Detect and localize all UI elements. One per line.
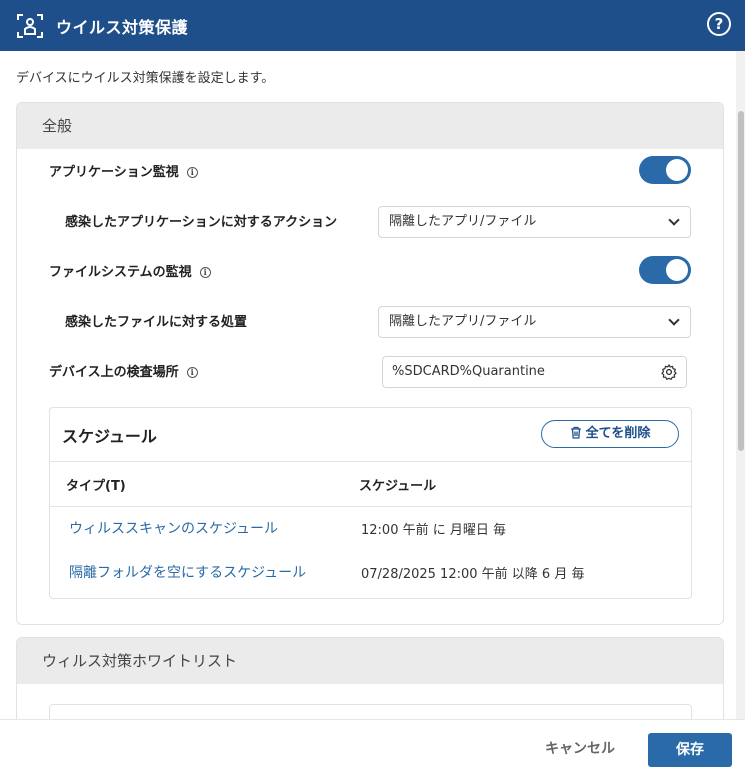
- general-section: 全般 アプリケーション監視 i 感染したアプリケーションに対するアクション 隔離し…: [16, 102, 724, 625]
- schedule-row-empty-quarantine-link[interactable]: 隔離フォルダを空にするスケジュール: [69, 562, 306, 582]
- general-section-header: 全般: [17, 103, 723, 149]
- toggle-knob: [666, 159, 688, 181]
- toggle-knob: [666, 259, 688, 281]
- scrollbar-thumb[interactable]: [738, 111, 744, 451]
- schedule-row-virus-scan-link[interactable]: ウィルススキャンのスケジュール: [69, 518, 278, 538]
- infected-app-action-select[interactable]: 隔離したアプリ/ファイル: [378, 206, 691, 238]
- select-value: 隔離したアプリ/ファイル: [389, 314, 537, 329]
- fs-monitoring-label: ファイルシステムの監視 i: [49, 261, 211, 280]
- info-icon[interactable]: i: [199, 267, 211, 278]
- cancel-button[interactable]: キャンセル: [528, 733, 632, 765]
- schedule-row-empty-quarantine-value: 07/28/2025 12:00 午前 以降 6 月 毎: [361, 567, 585, 582]
- scan-shield-icon: [17, 14, 43, 38]
- chevron-down-icon: [668, 314, 680, 326]
- app-monitoring-toggle[interactable]: [639, 156, 691, 184]
- info-icon[interactable]: i: [186, 367, 198, 378]
- dialog-titlebar: ウイルス対策保護 ?: [0, 0, 745, 51]
- dialog-title: ウイルス対策保護: [56, 18, 189, 37]
- scan-location-value: %SDCARD%Quarantine: [392, 364, 545, 379]
- whitelist-panel: [49, 704, 692, 719]
- gear-icon[interactable]: [660, 363, 678, 381]
- schedule-panel: スケジュール 全てを削除 タイプ(T) スケジュール ウィルススキャンのスケジュ…: [49, 407, 692, 599]
- chevron-down-icon: [668, 214, 680, 226]
- save-button[interactable]: 保存: [648, 733, 732, 767]
- column-header-type: タイプ(T): [66, 479, 126, 494]
- fs-monitoring-toggle[interactable]: [639, 256, 691, 284]
- trash-icon: [570, 426, 581, 439]
- select-value: 隔離したアプリ/ファイル: [389, 214, 537, 229]
- app-monitoring-label: アプリケーション監視 i: [49, 161, 198, 180]
- infected-file-action-select[interactable]: 隔離したアプリ/ファイル: [378, 306, 691, 338]
- divider: [50, 461, 691, 462]
- infected-app-action-label: 感染したアプリケーションに対するアクション: [65, 215, 338, 230]
- whitelist-section: ウィルス対策ホワイトリスト: [16, 637, 724, 719]
- whitelist-section-header: ウィルス対策ホワイトリスト: [17, 638, 723, 684]
- fs-monitoring-label-text: ファイルシステムの監視: [49, 265, 192, 280]
- divider: [50, 506, 691, 507]
- delete-all-label: 全てを削除: [585, 426, 651, 441]
- delete-all-button[interactable]: 全てを削除: [541, 420, 679, 448]
- scan-location-input[interactable]: %SDCARD%Quarantine: [382, 356, 687, 388]
- column-header-schedule: スケジュール: [359, 479, 437, 494]
- vertical-scrollbar[interactable]: [736, 51, 745, 719]
- help-icon[interactable]: ?: [707, 12, 731, 36]
- info-icon[interactable]: i: [186, 167, 198, 178]
- dialog-content: デバイスにウイルス対策保護を設定します。 全般 アプリケーション監視 i 感染した…: [0, 51, 745, 719]
- scan-location-label-text: デバイス上の検査場所: [49, 365, 179, 380]
- schedule-title: スケジュール: [62, 427, 157, 446]
- scan-location-label: デバイス上の検査場所 i: [49, 361, 198, 380]
- infected-file-action-label: 感染したファイルに対する処置: [65, 315, 248, 330]
- schedule-row-virus-scan-value: 12:00 午前 に 月曜日 毎: [361, 523, 506, 538]
- dialog-description: デバイスにウイルス対策保護を設定します。: [16, 71, 275, 86]
- dialog-footer: キャンセル 保存: [0, 719, 745, 775]
- app-monitoring-label-text: アプリケーション監視: [49, 165, 179, 180]
